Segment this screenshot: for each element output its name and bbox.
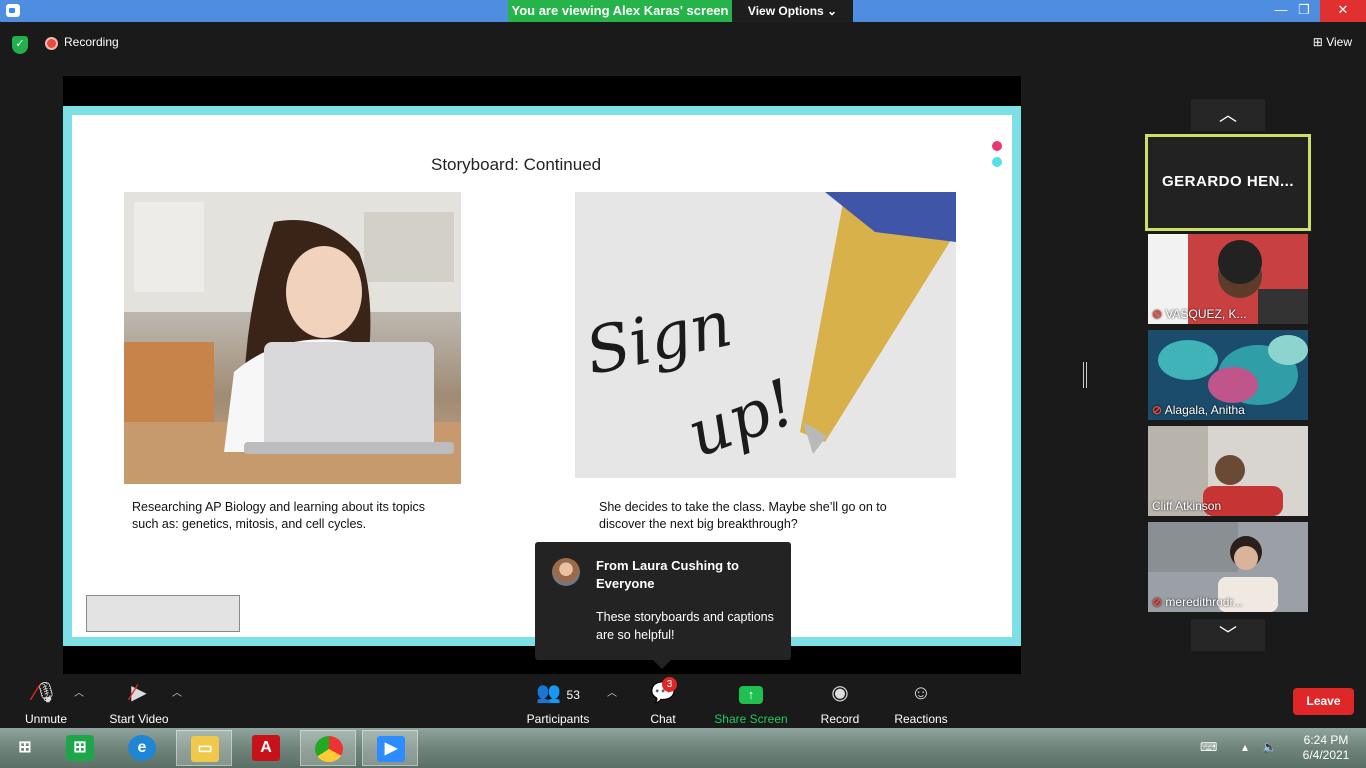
chat-notification-message: These storyboards and captions are so he… xyxy=(596,610,774,642)
people-icon: 👥 xyxy=(536,682,561,704)
folder-icon: ▭ xyxy=(191,736,219,762)
caption-left: Researching AP Biology and learning abou… xyxy=(132,500,426,531)
clock-date: 6/4/2021 xyxy=(1302,748,1350,762)
store-icon: ⊞ xyxy=(66,735,94,761)
video-camera-muted-icon: ▶ ⁄ xyxy=(131,680,147,705)
leave-button[interactable]: Leave xyxy=(1293,688,1354,715)
participant-tile[interactable]: Cliff Atkinson xyxy=(1148,426,1308,516)
participants-button[interactable]: 👥 53 Participants xyxy=(524,680,592,726)
chat-button[interactable]: 💬 3 Chat xyxy=(646,677,680,726)
keyboard-icon[interactable]: ⌨ xyxy=(1200,740,1217,754)
participant-name-label: ⊘ Alagala, Anitha xyxy=(1152,403,1245,417)
smiley-add-icon: ☺ xyxy=(910,682,932,704)
share-screen-button[interactable]: ↑ Share Screen xyxy=(712,680,790,726)
chat-bubble-icon: 💬 3 xyxy=(650,677,677,704)
microphone-muted-icon: 🎙 ⁄ xyxy=(33,680,59,705)
windows-logo-icon: ⊞ xyxy=(18,739,32,756)
placeholder-box xyxy=(86,595,240,632)
gallery-scroll-up-button[interactable]: ︿ xyxy=(1191,99,1265,131)
taskbar-file-explorer[interactable]: ▭ xyxy=(176,730,232,766)
taskbar-chrome[interactable] xyxy=(300,730,356,766)
start-button[interactable]: ⊞ xyxy=(0,730,50,766)
gallery-scroll-down-button[interactable]: ﹀ xyxy=(1191,619,1265,651)
meeting-topbar: ✓ Recording ⊞ View xyxy=(0,22,1366,64)
participants-count: 53 xyxy=(566,688,580,702)
reactions-label: Reactions xyxy=(894,712,948,726)
reactions-button[interactable]: ☺ Reactions xyxy=(892,680,950,726)
window-titlebar: You are viewing Alex Karas' screen View … xyxy=(0,0,1366,22)
participants-label: Participants xyxy=(526,712,590,726)
participant-tile[interactable]: ⊘ Alagala, Anitha xyxy=(1148,330,1308,420)
zoom-app-icon xyxy=(6,4,20,17)
mic-muted-icon: ⊘ xyxy=(1152,307,1163,321)
mic-muted-icon: ⊘ xyxy=(1152,403,1163,417)
view-options-button[interactable]: View Options ⌄ xyxy=(732,0,853,22)
windows-taskbar: ⊞ ⊞ e ▭ A ▶ ⌨ ▴ 🔈 xyxy=(0,728,1366,768)
mic-muted-icon: ⊘ xyxy=(1152,595,1163,609)
unmute-button[interactable]: 🎙 ⁄ Unmute xyxy=(20,680,72,726)
panel-resize-handle[interactable] xyxy=(1083,362,1087,388)
decorative-dot xyxy=(992,141,1002,151)
share-screen-label: Share Screen xyxy=(714,712,788,726)
recording-icon xyxy=(45,37,58,50)
taskbar-zoom[interactable]: ▶ xyxy=(362,730,418,766)
chrome-icon xyxy=(315,736,343,762)
chat-unread-badge: 3 xyxy=(662,677,677,692)
taskbar-store[interactable]: ⊞ xyxy=(52,730,108,766)
clock-time: 6:24 PM xyxy=(1303,733,1349,747)
chat-notification-sender: From Laura Cushing to Everyone xyxy=(596,558,739,591)
participant-name-label: Cliff Atkinson xyxy=(1152,499,1222,513)
start-video-label: Start Video xyxy=(109,712,169,726)
recording-label: Recording xyxy=(64,35,119,49)
meeting-toolbar: 🎙 ⁄ Unmute ︿ ▶ ⁄ Start Video ︿ 👥 53 Partic… xyxy=(0,676,1366,728)
volume-icon[interactable]: 🔈 xyxy=(1262,740,1277,754)
chevron-down-icon: ﹀ xyxy=(1219,625,1237,645)
chevron-up-icon: ︿ xyxy=(1219,105,1237,125)
start-video-button[interactable]: ▶ ⁄ Start Video xyxy=(106,680,172,726)
taskbar-internet-explorer[interactable]: e xyxy=(114,730,170,766)
record-label: Record xyxy=(820,712,860,726)
decorative-dot xyxy=(992,157,1002,167)
taskbar-acrobat[interactable]: A xyxy=(238,730,294,766)
shield-icon[interactable]: ✓ xyxy=(12,36,28,54)
student-laptop-photo xyxy=(124,192,461,484)
share-arrow-icon: ↑ xyxy=(739,686,763,704)
view-button[interactable]: ⊞ View xyxy=(1313,35,1352,49)
participant-tile[interactable]: ⊘ meredithrodr... xyxy=(1148,522,1308,612)
maximize-button[interactable]: ❐ xyxy=(1289,0,1319,22)
sign-up-photo: Sign up! xyxy=(575,192,956,478)
viewing-screen-banner: You are viewing Alex Karas' screen xyxy=(508,0,732,22)
audio-options-caret[interactable]: ︿ xyxy=(74,684,84,699)
zoom-icon: ▶ xyxy=(377,736,405,762)
grid-icon: ⊞ xyxy=(1312,35,1323,49)
participant-name-label: ⊘ meredithrodr... xyxy=(1152,595,1243,609)
caption-right: She decides to take the class. Maybe she… xyxy=(599,500,887,531)
record-button[interactable]: ◉ Record xyxy=(818,680,862,726)
participants-options-caret[interactable]: ︿ xyxy=(607,684,617,699)
video-options-caret[interactable]: ︿ xyxy=(172,684,182,699)
chat-label: Chat xyxy=(650,712,676,726)
record-icon: ◉ xyxy=(831,682,849,704)
tray-expand-icon[interactable]: ▴ xyxy=(1242,740,1248,754)
internet-explorer-icon: e xyxy=(128,735,156,761)
participant-tile[interactable]: ⊘ VASQUEZ, K... xyxy=(1148,234,1308,324)
slide-title: Storyboard: Continued xyxy=(431,155,602,174)
acrobat-icon: A xyxy=(252,735,280,761)
participant-name-label: ⊘ VASQUEZ, K... xyxy=(1152,307,1247,321)
unmute-label: Unmute xyxy=(24,712,68,726)
chat-notification[interactable]: From Laura Cushing to Everyone These sto… xyxy=(535,542,791,669)
taskbar-clock[interactable]: 6:24 PM 6/4/2021 xyxy=(1296,733,1356,763)
avatar xyxy=(552,558,580,586)
view-label: View xyxy=(1326,35,1352,49)
close-button[interactable]: ✕ xyxy=(1320,0,1366,22)
active-speaker-tile[interactable]: GERARDO HEN... xyxy=(1145,134,1311,231)
active-speaker-name: GERARDO HEN... xyxy=(1161,173,1294,190)
